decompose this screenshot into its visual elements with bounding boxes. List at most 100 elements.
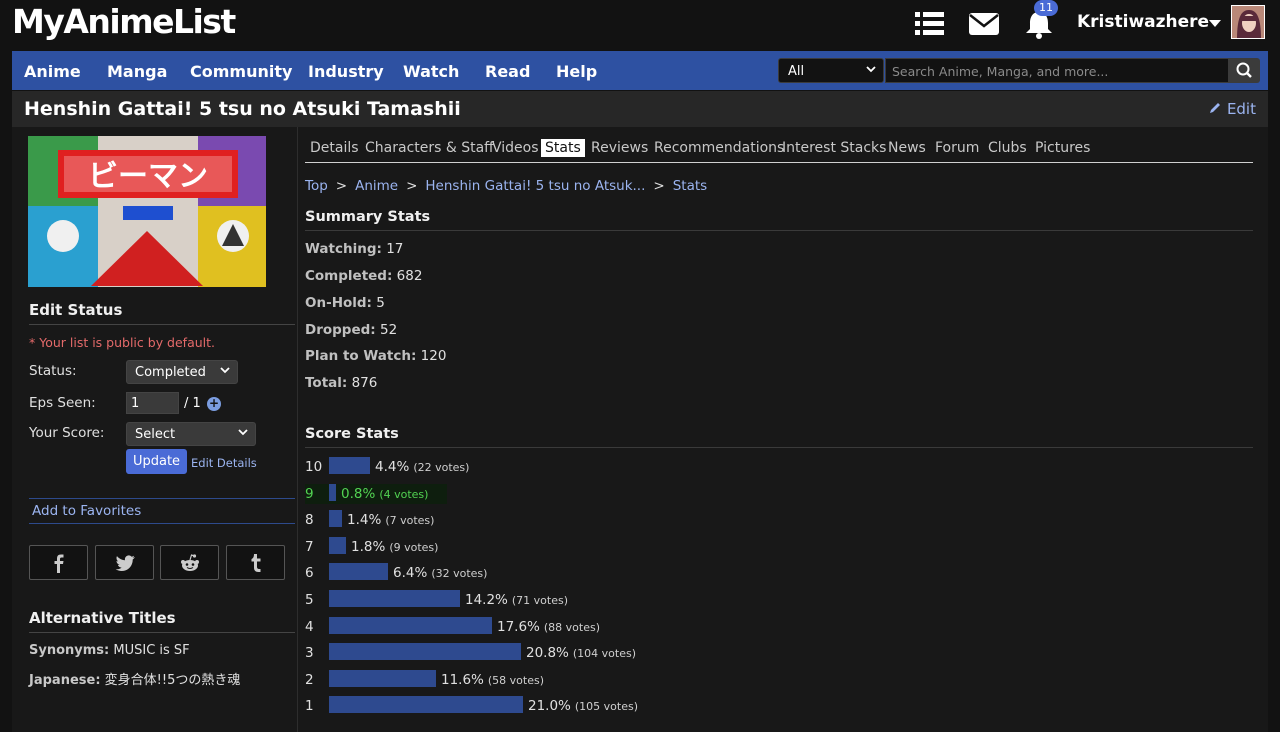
pencil-icon bbox=[1210, 103, 1221, 113]
tab-clubs[interactable]: Clubs bbox=[988, 140, 1027, 156]
breadcrumb-stats[interactable]: Stats bbox=[673, 178, 707, 194]
score-number: 3 bbox=[305, 645, 314, 662]
add-to-favorites-link[interactable]: Add to Favorites bbox=[29, 498, 295, 524]
search-category-select[interactable]: All bbox=[778, 58, 884, 83]
status-label: Status: bbox=[29, 363, 77, 379]
chevron-down-icon bbox=[237, 426, 249, 441]
score-percent: 4.4% (22 votes) bbox=[375, 459, 470, 475]
score-select[interactable]: Select bbox=[126, 422, 256, 446]
score-votes: (88 votes) bbox=[543, 620, 601, 634]
synonyms-line: Synonyms: MUSIC is SF bbox=[29, 643, 190, 658]
nav-help[interactable]: Help bbox=[556, 62, 597, 81]
score-votes: (9 votes) bbox=[389, 540, 439, 554]
avatar[interactable] bbox=[1231, 5, 1265, 39]
search-category-value: All bbox=[788, 64, 805, 79]
status-value: Completed bbox=[135, 365, 206, 380]
reddit-share-button[interactable] bbox=[160, 545, 219, 580]
tab-pictures[interactable]: Pictures bbox=[1035, 140, 1090, 156]
site-logo[interactable]: MyAnimeList bbox=[12, 2, 236, 41]
tab-reviews[interactable]: Reviews bbox=[591, 140, 648, 156]
breadcrumb-top[interactable]: Top bbox=[305, 178, 328, 194]
search-button[interactable] bbox=[1229, 58, 1260, 83]
score-votes: (22 votes) bbox=[413, 461, 470, 474]
japanese-value: 変身合体!!5つの熱き魂 bbox=[104, 673, 241, 688]
status-select[interactable]: Completed bbox=[126, 360, 238, 384]
list-icon[interactable] bbox=[914, 9, 946, 39]
score-votes: (32 votes) bbox=[431, 567, 488, 581]
update-button[interactable]: Update bbox=[126, 449, 187, 474]
chevron-down-icon bbox=[219, 364, 231, 379]
tab-details[interactable]: Details bbox=[310, 140, 359, 156]
score-percent: 6.4% (32 votes) bbox=[393, 565, 488, 582]
nav-industry[interactable]: Industry bbox=[308, 62, 384, 81]
cover-image[interactable]: ビーマン bbox=[28, 136, 266, 287]
score-bar bbox=[329, 536, 346, 554]
tab-videos[interactable]: Videos bbox=[492, 140, 539, 156]
score-percent: 1.4% (7 votes) bbox=[347, 512, 435, 529]
score-row-9: 9 0.8% (4 votes) bbox=[305, 483, 447, 504]
nav-anime[interactable]: Anime bbox=[24, 62, 81, 81]
score-votes: (58 votes) bbox=[487, 673, 545, 687]
score-bar bbox=[329, 457, 370, 474]
score-number: 6 bbox=[305, 565, 314, 582]
tumblr-share-button[interactable] bbox=[226, 545, 285, 580]
mail-icon[interactable] bbox=[968, 9, 1000, 39]
username[interactable]: Kristiwazhere bbox=[1077, 12, 1209, 32]
score-row-2: 2 11.6% (58 votes) bbox=[305, 669, 665, 690]
score-row-10: 10 4.4% (22 votes) bbox=[305, 457, 665, 477]
tumblr-icon bbox=[251, 554, 261, 572]
stat-dropped: Dropped: 52 bbox=[305, 322, 398, 338]
edit-link[interactable]: Edit bbox=[1208, 100, 1256, 118]
score-row-8: 8 1.4% (7 votes) bbox=[305, 510, 665, 530]
left-sidebar: ビーマン Edit Status * Your list is public b… bbox=[12, 127, 298, 732]
nav-watch[interactable]: Watch bbox=[403, 62, 459, 81]
score-percent: 0.8% (4 votes) bbox=[341, 485, 429, 502]
score-bar bbox=[329, 616, 492, 634]
notification-badge: 11 bbox=[1034, 0, 1058, 16]
score-number: 1 bbox=[305, 698, 314, 715]
score-bar bbox=[329, 483, 336, 501]
score-number: 8 bbox=[305, 512, 314, 529]
reddit-icon bbox=[181, 554, 199, 571]
facebook-share-button[interactable] bbox=[29, 545, 88, 580]
score-votes: (7 votes) bbox=[385, 514, 435, 528]
score-percent: 11.6% (58 votes) bbox=[441, 671, 545, 688]
plus-icon[interactable]: + bbox=[207, 397, 221, 411]
tab-characters-staff[interactable]: Characters & Staff bbox=[365, 140, 494, 156]
svg-text:ビーマン: ビーマン bbox=[88, 159, 208, 194]
score-label: Your Score: bbox=[29, 425, 105, 441]
public-note: * Your list is public by default. bbox=[29, 335, 216, 350]
score-votes: (105 votes) bbox=[574, 700, 639, 714]
score-row-7: 7 1.8% (9 votes) bbox=[305, 536, 665, 557]
stat-on-hold: On-Hold: 5 bbox=[305, 295, 385, 311]
score-value: Select bbox=[135, 427, 176, 442]
eps-seen-input[interactable]: 1 bbox=[126, 392, 179, 414]
twitter-share-button[interactable] bbox=[95, 545, 154, 580]
tab-forum[interactable]: Forum bbox=[935, 140, 979, 156]
score-votes: (4 votes) bbox=[379, 487, 429, 501]
nav-read[interactable]: Read bbox=[485, 62, 530, 81]
score-row-6: 6 6.4% (32 votes) bbox=[305, 563, 665, 583]
edit-details-link[interactable]: Edit Details bbox=[191, 456, 257, 470]
facebook-icon bbox=[54, 554, 64, 573]
nav-manga[interactable]: Manga bbox=[107, 62, 167, 81]
eps-label: Eps Seen: bbox=[29, 395, 96, 411]
score-bar bbox=[329, 669, 436, 687]
score-bar bbox=[329, 643, 521, 661]
nav-community[interactable]: Community bbox=[190, 62, 292, 81]
score-percent: 14.2% (71 votes) bbox=[465, 592, 569, 608]
tab-interest-stacks[interactable]: Interest Stacks bbox=[782, 140, 886, 156]
chevron-down-icon bbox=[865, 63, 877, 78]
tab-recommendations[interactable]: Recommendations bbox=[654, 140, 784, 156]
score-bar bbox=[329, 590, 460, 607]
tab-news[interactable]: News bbox=[888, 140, 926, 156]
tab-stats[interactable]: Stats bbox=[541, 139, 585, 157]
caret-down-icon[interactable] bbox=[1209, 20, 1221, 27]
breadcrumb-anime[interactable]: Anime bbox=[355, 178, 398, 194]
search-input[interactable]: Search Anime, Manga, and more... bbox=[885, 58, 1229, 83]
score-percent: 17.6% (88 votes) bbox=[497, 618, 601, 635]
search-icon bbox=[1236, 62, 1252, 78]
breadcrumb-title[interactable]: Henshin Gattai! 5 tsu no Atsuk... bbox=[425, 178, 645, 194]
score-row-4: 4 17.6% (88 votes) bbox=[305, 616, 665, 637]
edit-label: Edit bbox=[1226, 100, 1256, 118]
